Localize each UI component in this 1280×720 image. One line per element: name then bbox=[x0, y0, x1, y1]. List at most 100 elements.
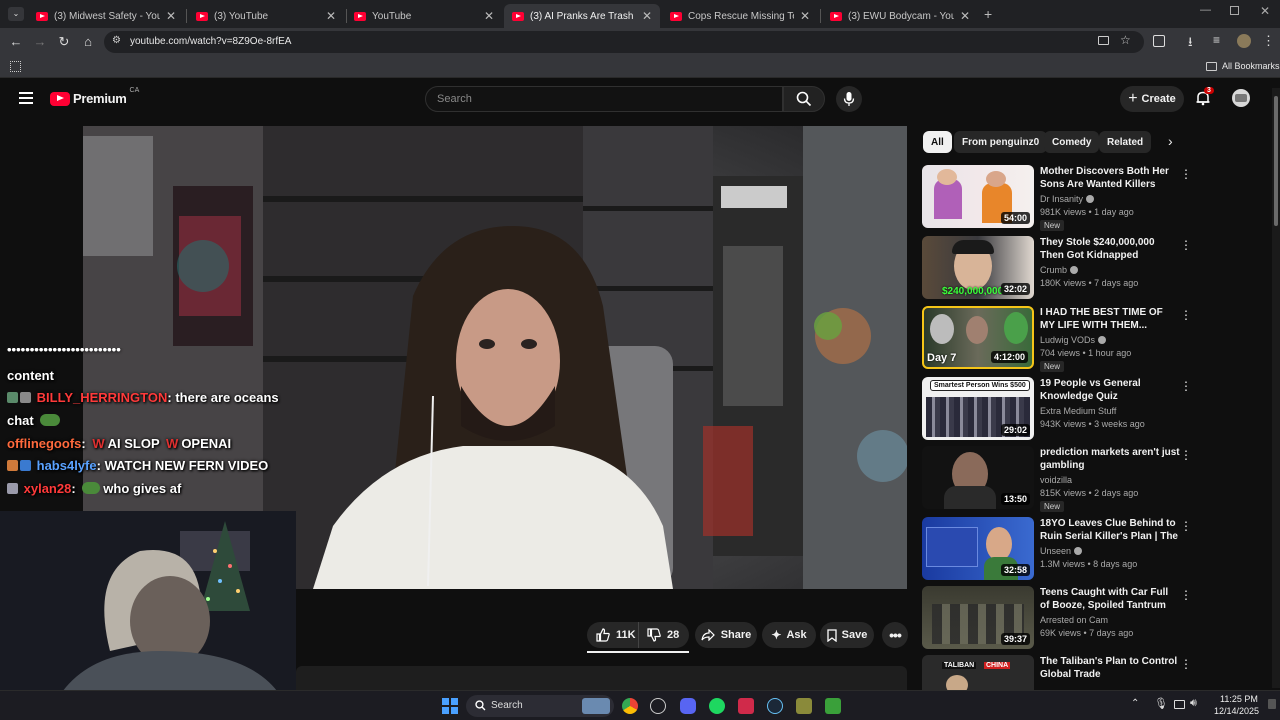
app-icon[interactable] bbox=[796, 698, 812, 714]
chrome-icon[interactable] bbox=[622, 698, 638, 714]
video-thumbnail[interactable]: Day 7 4:12:00 bbox=[922, 306, 1034, 369]
video-title[interactable]: Mother Discovers Both Her Sons Are Wante… bbox=[1040, 165, 1180, 191]
start-windows-icon[interactable] bbox=[442, 698, 458, 714]
browser-tab[interactable]: (3) Midwest Safety - YouTube ✕ bbox=[28, 4, 184, 28]
browser-tab[interactable]: YouTube ✕ bbox=[346, 4, 502, 28]
close-tab-icon[interactable]: ✕ bbox=[800, 9, 810, 23]
search-input[interactable]: Search bbox=[425, 86, 783, 112]
video-title[interactable]: The Taliban's Plan to Control Global Tra… bbox=[1040, 655, 1180, 681]
chip-all[interactable]: All bbox=[923, 131, 952, 153]
steam-icon[interactable] bbox=[767, 698, 783, 714]
recommendation-item[interactable]: Smartest Person Wins $500 29:02 19 Peopl… bbox=[922, 377, 1192, 443]
browser-tab-active[interactable]: (3) AI Pranks Are Trash - YouTube ✕ bbox=[504, 4, 660, 28]
system-app-icon[interactable] bbox=[650, 698, 666, 714]
browser-tab[interactable]: (3) EWU Bodycam - YouTube ✕ bbox=[822, 4, 978, 28]
more-vertical-icon[interactable]: ⋮ bbox=[1180, 519, 1192, 533]
more-vertical-icon[interactable]: ⋮ bbox=[1180, 448, 1192, 462]
notification-center-icon[interactable] bbox=[1268, 699, 1276, 709]
video-title[interactable]: 18YO Leaves Clue Behind to Ruin Serial K… bbox=[1040, 517, 1180, 543]
more-actions-button[interactable]: ••• bbox=[882, 622, 908, 648]
taskbar-search[interactable]: Search bbox=[466, 695, 614, 717]
close-tab-icon[interactable]: ✕ bbox=[960, 9, 970, 23]
close-window-icon[interactable]: ✕ bbox=[1260, 4, 1270, 18]
profile-avatar[interactable] bbox=[1237, 34, 1251, 48]
browser-tab[interactable]: Cops Rescue Missing Teen Girl ✕ bbox=[662, 4, 818, 28]
video-title[interactable]: I HAD THE BEST TIME OF MY LIFE WITH THEM… bbox=[1040, 306, 1180, 332]
apps-grid-icon[interactable] bbox=[10, 61, 21, 72]
channel-name[interactable]: Ludwig VODs bbox=[1040, 335, 1107, 345]
chevron-up-icon[interactable]: ⌃ bbox=[1131, 698, 1139, 709]
recommendation-item[interactable]: 32:58 18YO Leaves Clue Behind to Ruin Se… bbox=[922, 517, 1192, 583]
channel-name[interactable]: voidzilla bbox=[1040, 475, 1072, 485]
chip-from-channel[interactable]: From penguinz0 bbox=[954, 131, 1048, 153]
forward-icon[interactable]: → bbox=[32, 34, 48, 50]
recommendation-item[interactable]: Day 7 4:12:00 I HAD THE BEST TIME OF MY … bbox=[922, 306, 1192, 372]
video-thumbnail[interactable]: 13:50 bbox=[922, 446, 1034, 509]
account-avatar[interactable] bbox=[1232, 89, 1250, 107]
close-tab-icon[interactable]: ✕ bbox=[166, 9, 176, 23]
clock-time[interactable]: 11:25 PM bbox=[1220, 694, 1258, 704]
video-thumbnail[interactable]: 39:37 bbox=[922, 586, 1034, 649]
description-box[interactable] bbox=[296, 666, 907, 690]
back-icon[interactable]: ← bbox=[8, 34, 24, 50]
save-button[interactable]: Save bbox=[820, 622, 874, 648]
youtube-logo[interactable]: Premium CA bbox=[50, 87, 139, 106]
install-app-icon[interactable] bbox=[1098, 36, 1109, 45]
home-icon[interactable]: ⌂ bbox=[80, 34, 96, 50]
clock-date[interactable]: 12/14/2025 bbox=[1214, 706, 1259, 716]
volume-icon[interactable]: 🔊︎ bbox=[1190, 697, 1197, 710]
network-icon[interactable] bbox=[1174, 700, 1185, 709]
channel-name[interactable]: Dr Insanity bbox=[1040, 194, 1095, 204]
close-tab-icon[interactable]: ✕ bbox=[642, 9, 652, 23]
download-icon[interactable]: ⭳ bbox=[1188, 33, 1193, 55]
video-thumbnail[interactable]: TALIBAN CHINA bbox=[922, 655, 1034, 690]
recommendation-item[interactable]: $240,000,000 32:02 They Stole $240,000,0… bbox=[922, 236, 1192, 302]
new-tab-icon[interactable]: + bbox=[984, 6, 992, 22]
more-vertical-icon[interactable]: ⋮ bbox=[1180, 238, 1192, 252]
bookmark-star-icon[interactable]: ☆ bbox=[1120, 33, 1131, 47]
dislike-button[interactable]: 28 bbox=[639, 628, 679, 642]
video-title[interactable]: prediction markets aren't just gambling bbox=[1040, 446, 1180, 472]
create-button[interactable]: + Create bbox=[1120, 86, 1184, 112]
site-info-icon[interactable]: ⚙ bbox=[112, 35, 121, 46]
media-controls-icon[interactable]: ≡ bbox=[1213, 33, 1220, 47]
close-tab-icon[interactable]: ✕ bbox=[484, 9, 494, 23]
recommendation-item[interactable]: 39:37 Teens Caught with Car Full of Booz… bbox=[922, 586, 1192, 652]
ask-button[interactable]: ✦ Ask bbox=[762, 622, 816, 648]
recommendation-item[interactable]: TALIBAN CHINA The Taliban's Plan to Cont… bbox=[922, 655, 1192, 690]
minimize-window-icon[interactable]: — bbox=[1200, 4, 1211, 16]
channel-name[interactable]: Extra Medium Stuff bbox=[1040, 406, 1116, 416]
tab-search-menu-button[interactable]: ⌄ bbox=[8, 7, 24, 21]
recommendation-item[interactable]: 54:00 Mother Discovers Both Her Sons Are… bbox=[922, 165, 1192, 231]
microphone-tray-icon[interactable]: 🎙︎ bbox=[1154, 697, 1168, 710]
hamburger-menu-icon[interactable] bbox=[19, 92, 33, 104]
browser-menu-icon[interactable]: ⋮ bbox=[1262, 33, 1275, 49]
like-button[interactable]: 11K bbox=[587, 622, 639, 648]
reload-icon[interactable]: ↻ bbox=[56, 34, 72, 50]
all-bookmarks-link[interactable]: All Bookmarks bbox=[1222, 61, 1280, 71]
more-vertical-icon[interactable]: ⋮ bbox=[1180, 308, 1192, 322]
channel-name[interactable]: Crumb bbox=[1040, 265, 1079, 275]
video-thumbnail[interactable]: Smartest Person Wins $500 29:02 bbox=[922, 377, 1034, 440]
discord-icon[interactable] bbox=[680, 698, 696, 714]
spotify-icon[interactable] bbox=[709, 698, 725, 714]
chip-comedy[interactable]: Comedy bbox=[1044, 131, 1100, 153]
share-button[interactable]: Share bbox=[695, 622, 757, 648]
video-title[interactable]: 19 People vs General Knowledge Quiz bbox=[1040, 377, 1180, 403]
recommendation-item[interactable]: 13:50 prediction markets aren't just gam… bbox=[922, 446, 1192, 512]
scrollbar-thumb[interactable] bbox=[1274, 96, 1278, 226]
more-vertical-icon[interactable]: ⋮ bbox=[1180, 379, 1192, 393]
video-thumbnail[interactable]: 54:00 bbox=[922, 165, 1034, 228]
more-vertical-icon[interactable]: ⋮ bbox=[1180, 588, 1192, 602]
channel-name[interactable]: Unseen bbox=[1040, 546, 1083, 556]
video-thumbnail[interactable]: $240,000,000 32:02 bbox=[922, 236, 1034, 299]
video-title[interactable]: Teens Caught with Car Full of Booze, Spo… bbox=[1040, 586, 1180, 612]
extensions-icon[interactable] bbox=[1153, 35, 1165, 47]
restore-window-icon[interactable] bbox=[1230, 6, 1239, 15]
app-icon[interactable] bbox=[825, 698, 841, 714]
chevron-right-icon[interactable]: › bbox=[1168, 133, 1173, 149]
close-tab-icon[interactable]: ✕ bbox=[326, 9, 336, 23]
voice-search-button[interactable] bbox=[836, 86, 862, 112]
channel-name[interactable]: Arrested on Cam bbox=[1040, 615, 1108, 625]
notifications-button[interactable]: 3 bbox=[1195, 87, 1214, 108]
